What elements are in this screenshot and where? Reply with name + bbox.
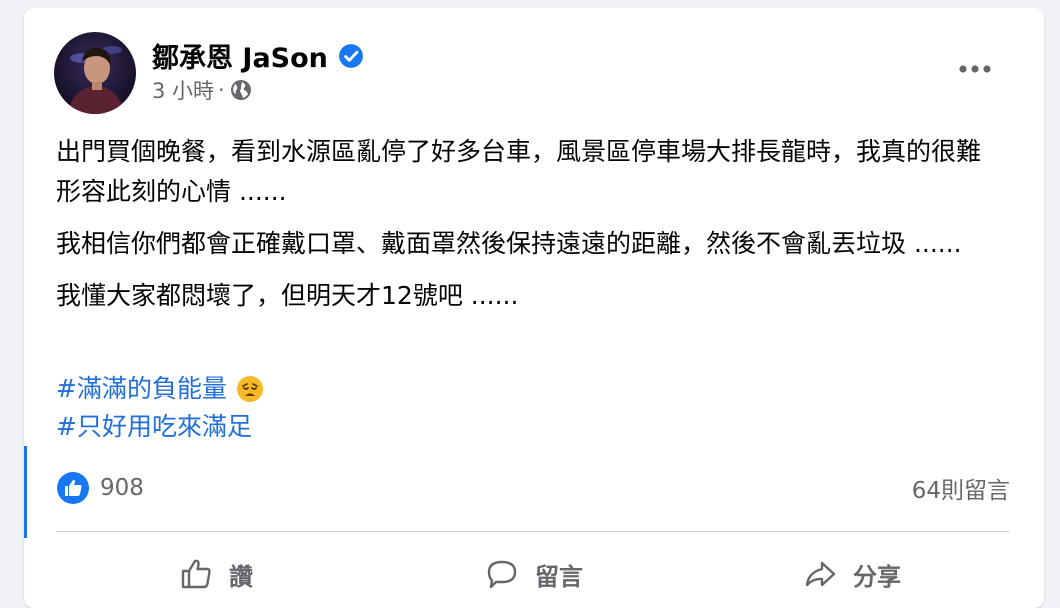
hashtag-list: #滿滿的負能量 #只好用吃來滿足	[56, 370, 265, 446]
globe-icon[interactable]	[229, 78, 253, 102]
like-button-label: 讚	[229, 562, 253, 591]
post-actions: 讚 留言 分享	[56, 548, 1010, 600]
reactions-summary[interactable]: 908	[56, 471, 144, 505]
share-button[interactable]: 分享	[692, 548, 1010, 600]
post-meta: 3 小時 ·	[152, 75, 253, 105]
avatar[interactable]	[54, 32, 136, 114]
share-button-label: 分享	[853, 562, 901, 591]
hashtag-link[interactable]: #只好用吃來滿足	[56, 408, 252, 446]
comments-count-link[interactable]: 64則留言	[912, 471, 1010, 505]
hashtag-item: #滿滿的負能量	[56, 370, 265, 408]
more-options-button[interactable]	[952, 54, 998, 84]
comment-button[interactable]: 留言	[374, 548, 692, 600]
like-button[interactable]: 讚	[56, 548, 374, 600]
weary-face-emoji-icon	[236, 376, 263, 402]
thumbs-up-icon	[181, 559, 211, 589]
comment-bubble-icon	[487, 560, 517, 589]
likes-count: 908	[100, 475, 144, 501]
hashtag-item: #只好用吃來滿足	[56, 408, 265, 446]
avatar-image	[54, 32, 136, 114]
focus-accent-bar	[24, 446, 27, 538]
like-reaction-icon	[57, 472, 89, 504]
more-dots-icon	[959, 65, 991, 73]
author-name[interactable]: 鄒承恩 JaSon	[152, 36, 328, 75]
actions-divider	[56, 531, 1010, 532]
hashtag-link[interactable]: #滿滿的負能量	[56, 370, 227, 408]
meta-separator: ·	[218, 78, 225, 102]
post-card: 鄒承恩 JaSon 3 小時 · 出門買個晚餐，看到水源區亂停了好多台車，風景區…	[24, 8, 1044, 608]
post-body: 出門買個晚餐，看到水源區亂停了好多台車，風景區停車場大排長龍時，我真的很難形容此…	[56, 132, 996, 328]
author-row: 鄒承恩 JaSon	[152, 36, 364, 75]
comment-button-label: 留言	[535, 562, 583, 591]
post-timestamp[interactable]: 3 小時	[152, 75, 214, 105]
engagement-stats: 908 64則留言	[56, 468, 1010, 508]
share-arrow-icon	[805, 561, 836, 587]
post-paragraph: 出門買個晚餐，看到水源區亂停了好多台車，風景區停車場大排長龍時，我真的很難形容此…	[56, 137, 982, 206]
post-paragraph: 我懂大家都悶壞了，但明天才12號吧 ......	[56, 281, 519, 310]
verified-badge-icon	[338, 43, 363, 68]
post-paragraph: 我相信你們都會正確戴口罩、戴面罩然後保持遠遠的距離，然後不會亂丟垃圾 .....…	[56, 229, 962, 258]
